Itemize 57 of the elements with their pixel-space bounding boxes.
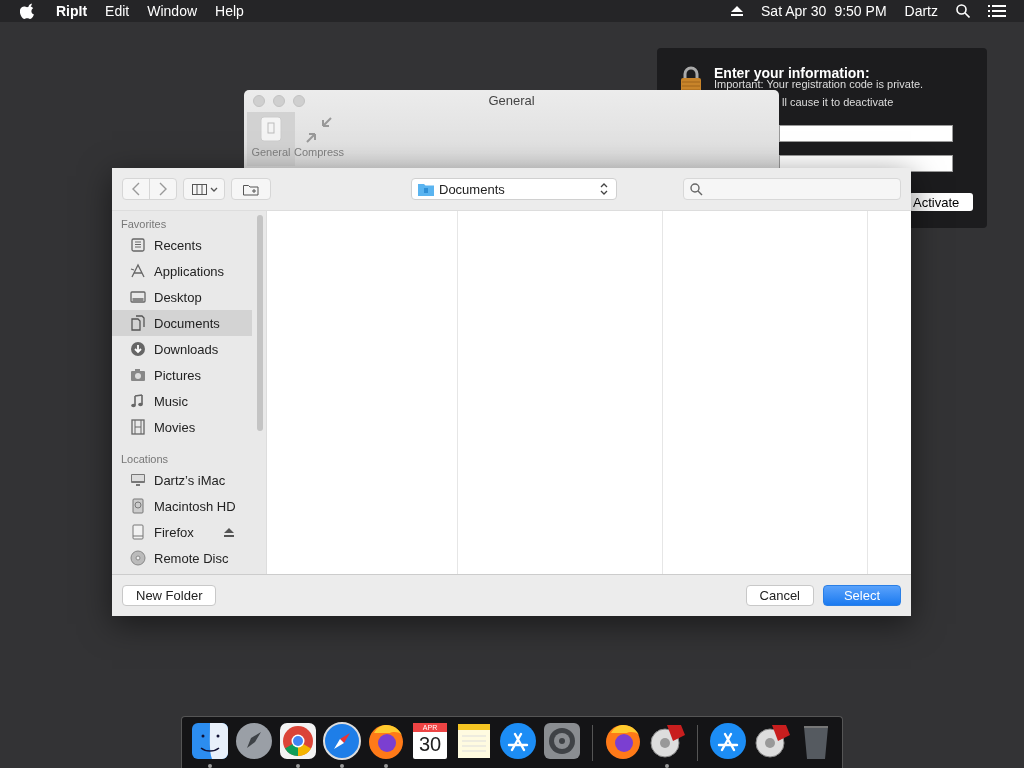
- disc-icon: [130, 550, 146, 566]
- scroll-bar[interactable]: [257, 215, 263, 431]
- applications-icon: [130, 263, 146, 279]
- imac-icon: [130, 472, 146, 488]
- pictures-icon: [130, 367, 146, 383]
- volume-icon: [130, 524, 146, 540]
- sidebar-item[interactable]: Music: [112, 388, 252, 414]
- app-store-icon[interactable]: [498, 721, 538, 761]
- documents-icon: [130, 315, 146, 331]
- sidebar-item[interactable]: Desktop: [112, 284, 252, 310]
- sidebar-item[interactable]: Pictures: [112, 362, 252, 388]
- activate-button[interactable]: Activate: [909, 193, 973, 211]
- recents-icon: [130, 237, 146, 253]
- music-icon: [130, 393, 146, 409]
- window-title: General: [488, 93, 535, 108]
- apple-icon[interactable]: [20, 3, 34, 19]
- search-icon: [690, 182, 703, 196]
- sidebar-item[interactable]: Movies: [112, 414, 252, 440]
- input-field[interactable]: [779, 125, 953, 142]
- user-name[interactable]: Dartz: [904, 3, 938, 19]
- menu-bar-date: Sat Apr 30: [761, 3, 827, 19]
- app-store-icon[interactable]: [708, 721, 748, 761]
- compass-icon[interactable]: [322, 721, 362, 761]
- sidebar-item[interactable]: Firefox: [112, 519, 252, 545]
- sidebar-item[interactable]: Documents: [112, 310, 252, 336]
- desktop-icon: [130, 289, 146, 305]
- menu-item[interactable]: Help: [215, 3, 244, 19]
- movies-icon: [130, 419, 146, 435]
- chrome-icon[interactable]: [278, 721, 318, 761]
- info-text: ll cause it to deactivate: [782, 96, 894, 108]
- eject-icon[interactable]: [731, 6, 743, 16]
- panel-title: Enter your information:: [714, 65, 870, 81]
- search-icon[interactable]: [956, 4, 970, 18]
- column-view-icon[interactable]: [183, 178, 225, 200]
- menu-item[interactable]: Edit: [105, 3, 130, 19]
- updown-icon: [600, 182, 608, 196]
- sidebar-item[interactable]: Macintosh HD: [112, 493, 252, 519]
- sidebar-item[interactable]: Downloads: [112, 336, 252, 362]
- folder-icon: [418, 182, 434, 196]
- menu-item[interactable]: Window: [147, 3, 198, 19]
- location-popup[interactable]: Documents: [411, 178, 617, 200]
- list-icon[interactable]: [988, 5, 1006, 17]
- cancel-button[interactable]: Cancel: [745, 585, 814, 606]
- search-field[interactable]: [683, 178, 901, 200]
- section-heading: Favorites: [120, 217, 168, 232]
- section-heading: Locations: [120, 452, 170, 467]
- sidebar-item[interactable]: Dartz’s iMac: [112, 467, 252, 493]
- new-folder-icon[interactable]: [231, 178, 271, 200]
- sidebar-item[interactable]: Remote Disc: [112, 545, 252, 571]
- menu-bar-time: 9:50 PM: [834, 3, 887, 19]
- downloads-icon: [130, 341, 146, 357]
- sidebar-item[interactable]: Recents: [112, 232, 252, 258]
- finder-face-icon[interactable]: [190, 721, 230, 761]
- new-folder-button[interactable]: New Folder: [122, 585, 217, 606]
- sidebar-item[interactable]: Applications: [112, 258, 252, 284]
- app-menu[interactable]: RipIt: [56, 3, 88, 19]
- eject-icon[interactable]: [224, 527, 234, 537]
